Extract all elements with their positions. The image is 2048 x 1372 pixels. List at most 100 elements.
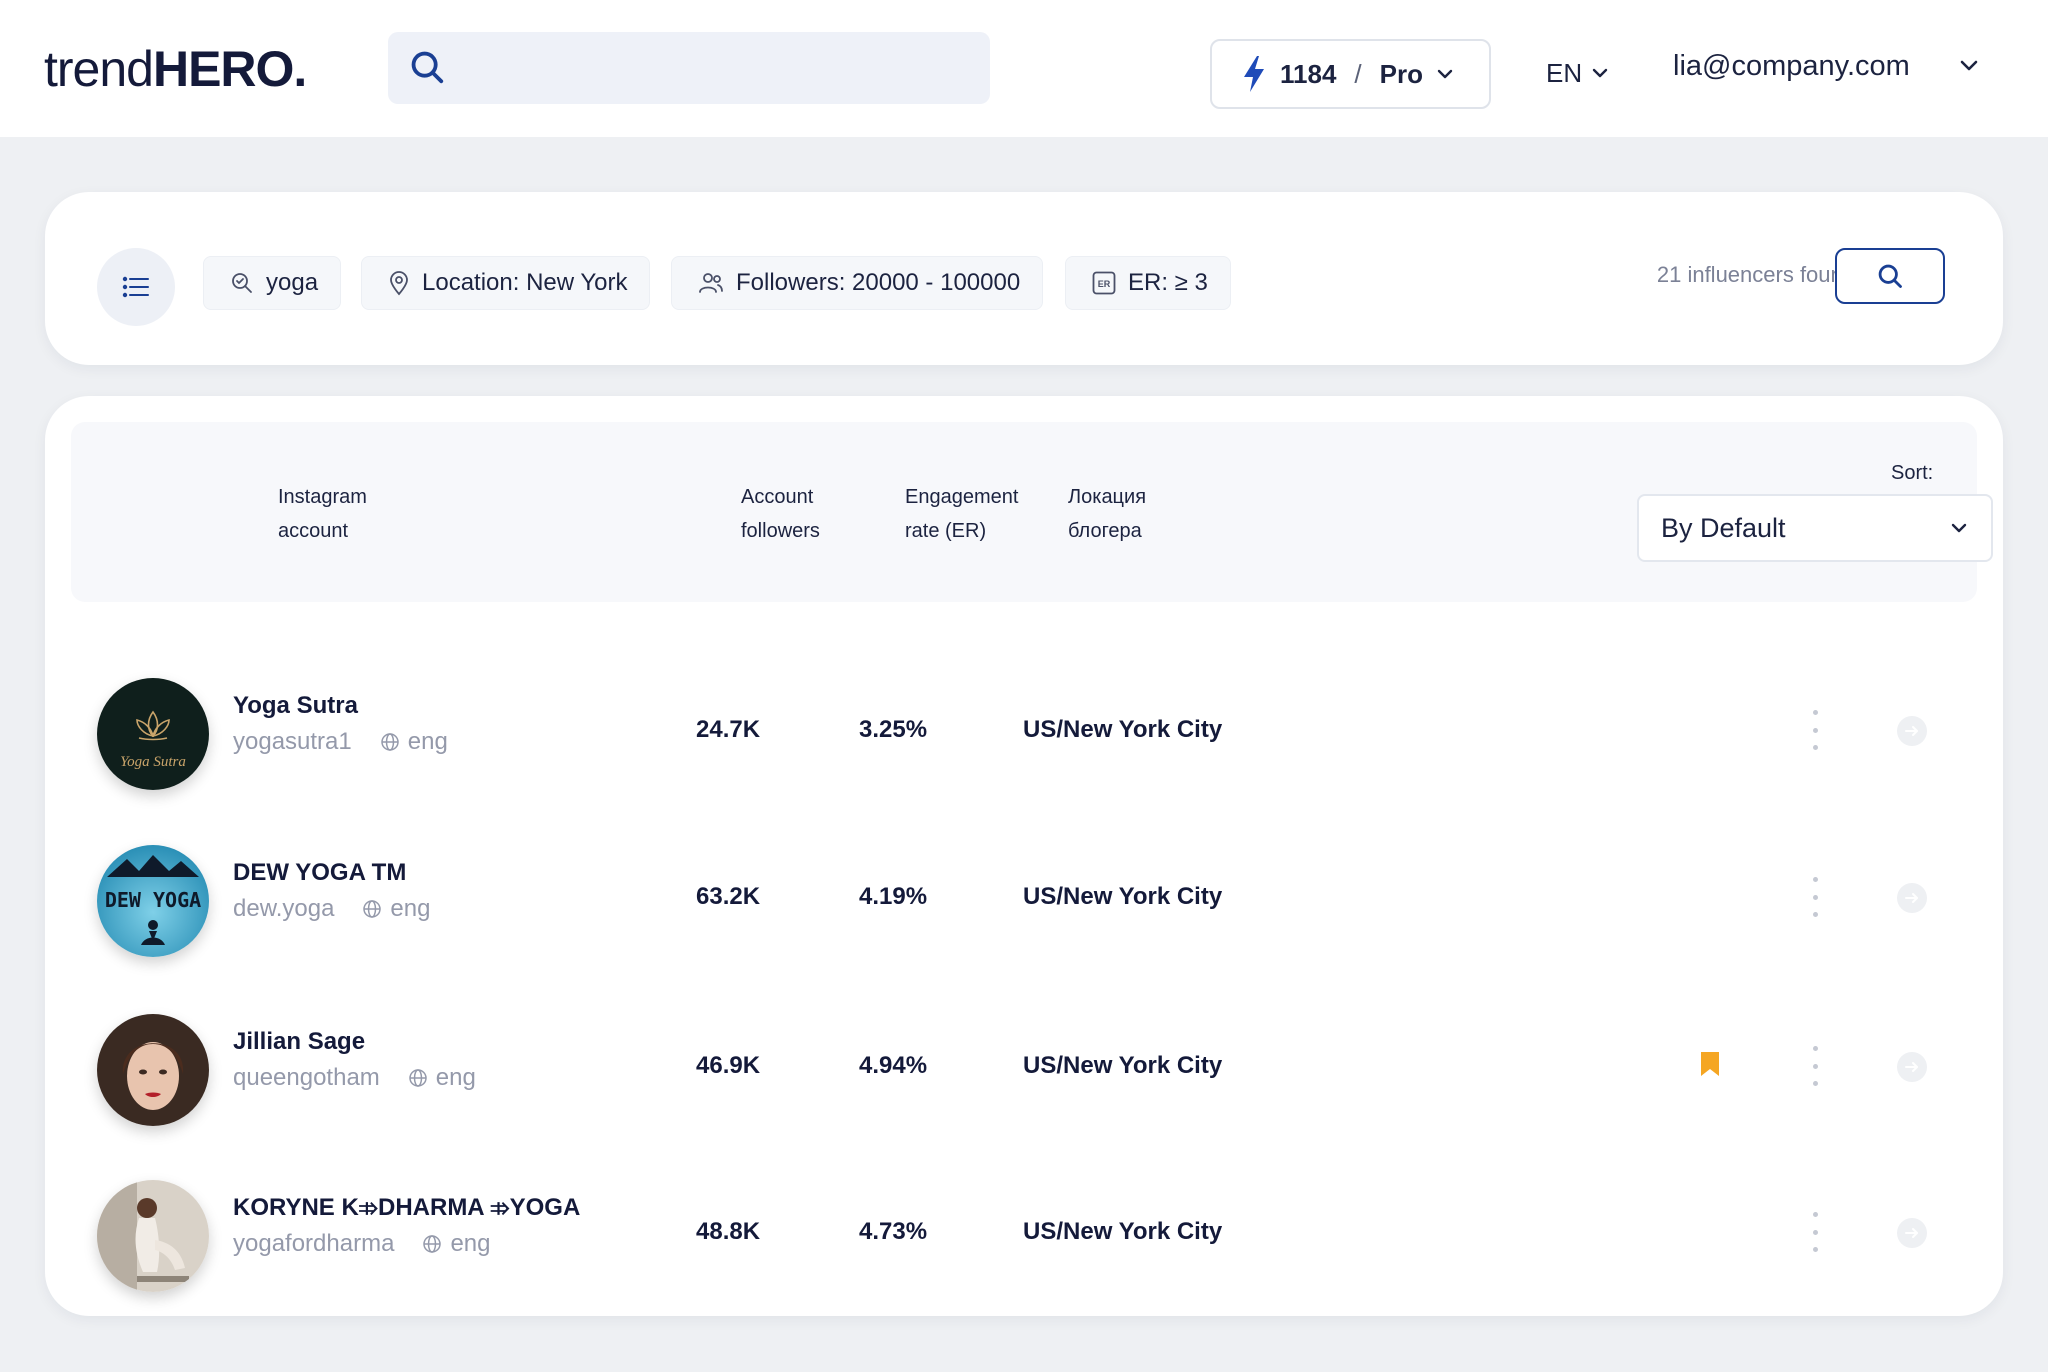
language-tag: eng [380, 728, 448, 756]
column-header-followers[interactable]: Account followers [741, 480, 820, 548]
avatar-text: Yoga Sutra [120, 754, 186, 770]
more-actions-icon[interactable] [1803, 1212, 1827, 1252]
logo-text-thin: trend [44, 41, 154, 97]
filter-chip-label: ER: ≥ 3 [1128, 269, 1208, 296]
avatar[interactable] [97, 1180, 209, 1292]
open-profile-arrow-icon[interactable] [1897, 1218, 1927, 1248]
column-header-account[interactable]: Instagram account [278, 480, 367, 548]
global-search-input[interactable] [460, 32, 970, 104]
sort-value: By Default [1661, 512, 1786, 543]
filters-menu-button[interactable] [97, 248, 175, 326]
bookmark-icon[interactable] [1699, 1050, 1721, 1078]
user-email[interactable]: lia@company.com [1673, 50, 1910, 94]
language-code: eng [390, 895, 431, 922]
results-count: 21 influencers found [1656, 262, 1855, 287]
avatar[interactable]: Yoga Sutra [97, 678, 209, 790]
location-value: US/New York City [1023, 1218, 1223, 1245]
influencer-meta: yogafordharma eng [233, 1230, 490, 1258]
language-code: eng [407, 728, 448, 755]
yoga-sutra-avatar-image: Yoga Sutra [97, 678, 209, 790]
keyword-search-icon [232, 273, 252, 293]
run-search-button[interactable] [1835, 248, 1945, 304]
sort-dropdown[interactable]: By Default [1637, 494, 1993, 562]
open-profile-arrow-icon[interactable] [1897, 716, 1927, 746]
language-tag: eng [422, 1230, 490, 1258]
open-profile-arrow-icon[interactable] [1897, 883, 1927, 913]
location-value: US/New York City [1023, 1052, 1223, 1079]
filter-chip-er[interactable]: ER ER: ≥ 3 [1065, 256, 1231, 310]
language-label: EN [1546, 57, 1583, 88]
globe-icon [381, 733, 399, 751]
language-code: eng [450, 1230, 491, 1257]
column-header-line: followers [741, 520, 820, 542]
location-pin-icon [390, 271, 408, 296]
plan-name: Pro [1379, 58, 1423, 89]
location-value: US/New York City [1023, 883, 1223, 910]
koryne-avatar-image [97, 1180, 209, 1292]
more-actions-icon[interactable] [1803, 1046, 1827, 1086]
filter-chip-followers[interactable]: Followers: 20000 - 100000 [671, 256, 1044, 310]
credits-separator: / [1354, 58, 1362, 89]
more-actions-icon[interactable] [1803, 710, 1827, 750]
influencer-meta: queengotham eng [233, 1064, 476, 1092]
globe-icon [409, 1069, 427, 1087]
table-row[interactable]: Yoga Sutra Yoga Sutra yogasutra1 eng 24.… [45, 668, 2003, 790]
filter-chip-location[interactable]: Location: New York [361, 256, 651, 310]
er-value: 3.25% [859, 716, 928, 743]
column-header-line: account [278, 520, 349, 542]
list-menu-icon [122, 276, 149, 298]
more-actions-icon[interactable] [1803, 877, 1827, 917]
influencer-meta: dew.yoga eng [233, 895, 430, 923]
influencer-name[interactable]: Yoga Sutra [233, 692, 358, 720]
trendhero-logo[interactable]: trendHERO. [44, 40, 307, 98]
open-profile-arrow-icon[interactable] [1897, 1052, 1927, 1082]
language-selector[interactable]: EN [1546, 53, 1608, 93]
column-header-er[interactable]: Engagement rate (ER) [905, 480, 1018, 548]
logo-text-bold: HERO. [152, 41, 307, 97]
account-chevron-down-icon[interactable] [1960, 60, 1978, 72]
column-header-line: Instagram [278, 486, 367, 508]
sort-label: Sort: [1891, 462, 1934, 484]
top-header: trendHERO. 1184 / Pro EN lia@company.com [0, 0, 2048, 137]
filter-chip-label: Followers: 20000 - 100000 [736, 269, 1021, 296]
table-row[interactable]: DEW YOGA DEW YOGA TM dew.yoga eng 63.2K … [45, 835, 2003, 957]
influencer-handle[interactable]: dew.yoga [233, 895, 334, 923]
globe-icon [363, 900, 382, 918]
column-header-line: Engagement [905, 486, 1019, 508]
credits-plan-dropdown[interactable]: 1184 / Pro [1210, 39, 1491, 109]
followers-icon [699, 273, 723, 293]
chevron-down-icon [1951, 523, 1967, 533]
table-header: Instagram account Account followers Enga… [71, 422, 1993, 602]
followers-value: 63.2K [696, 883, 761, 910]
column-header-line: Account [741, 486, 814, 508]
influencer-name[interactable]: Jillian Sage [233, 1028, 365, 1056]
chevron-down-icon [1437, 69, 1453, 79]
er-value: 4.94% [859, 1052, 928, 1079]
language-tag: eng [362, 895, 430, 923]
jillian-sage-avatar-image [97, 1014, 209, 1126]
credits-count: 1184 [1280, 58, 1337, 89]
column-header-location[interactable]: Локация блогера [1068, 480, 1146, 548]
globe-icon [423, 1235, 442, 1253]
influencer-handle[interactable]: yogafordharma [233, 1230, 394, 1258]
location-value: US/New York City [1023, 716, 1223, 743]
influencer-name[interactable]: DEW YOGA TM [233, 859, 406, 887]
filter-chip-label: Location: New York [422, 269, 628, 296]
er-value: 4.19% [859, 883, 928, 910]
table-row[interactable]: KORYNE K⤃DHARMA ⤃YOGA yogafordharma eng … [45, 1170, 2003, 1292]
global-search[interactable] [388, 32, 990, 104]
followers-value: 24.7K [696, 716, 761, 743]
filter-chip-keyword[interactable]: yoga [203, 256, 342, 310]
influencer-handle[interactable]: yogasutra1 [233, 728, 352, 756]
influencer-name[interactable]: KORYNE K⤃DHARMA ⤃YOGA [233, 1194, 580, 1222]
followers-value: 46.9K [696, 1052, 761, 1079]
er-value: 4.73% [859, 1218, 928, 1245]
language-code: eng [435, 1064, 476, 1091]
chevron-down-icon [1592, 68, 1608, 78]
influencer-handle[interactable]: queengotham [233, 1064, 380, 1092]
avatar[interactable]: DEW YOGA [97, 845, 209, 957]
table-row[interactable]: Jillian Sage queengotham eng 46.9K 4.94%… [45, 1004, 2003, 1126]
svg-text:ER: ER [1098, 279, 1111, 289]
column-header-line: Локация [1068, 486, 1147, 508]
avatar[interactable] [97, 1014, 209, 1126]
